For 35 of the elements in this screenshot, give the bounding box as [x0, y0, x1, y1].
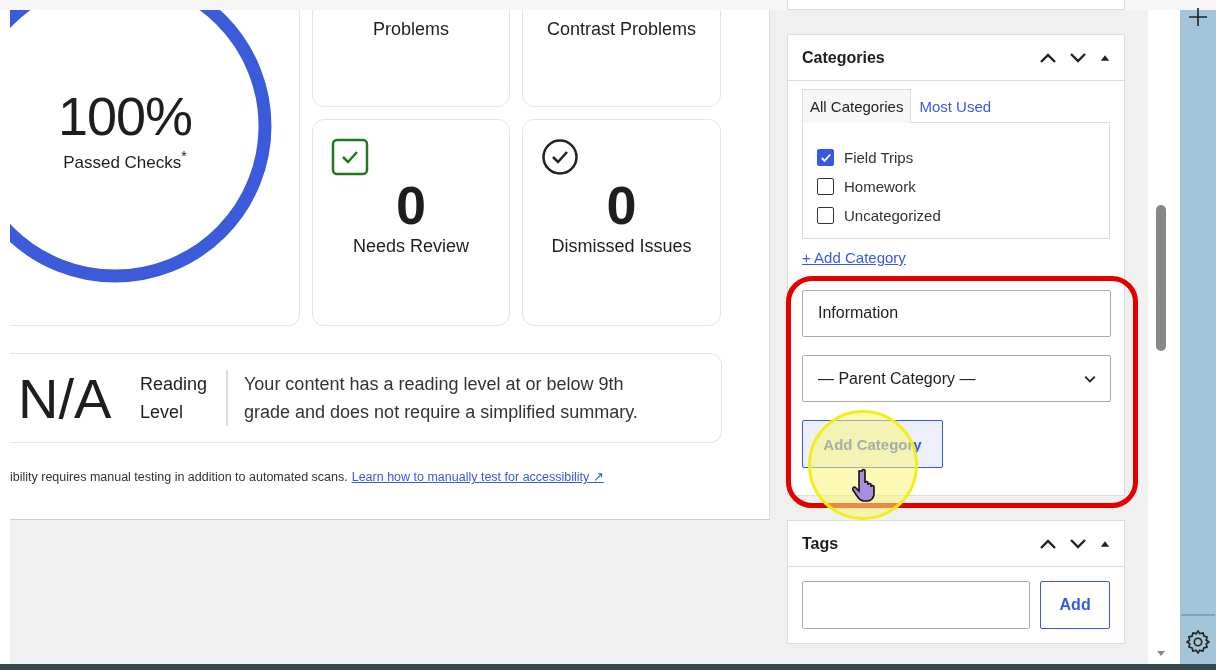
manual-testing-note: ibility requires manual testing in addition to automated scans. [10, 470, 348, 484]
scrollbar-track[interactable] [1148, 10, 1174, 664]
reading-level-description: Your content has a reading level at or below 9th grade and does not require a simplified summary. [244, 373, 639, 424]
category-label: Homework [844, 178, 916, 195]
add-category-link[interactable]: + Add Category [802, 249, 906, 266]
category-label: Field Trips [844, 149, 914, 166]
scroll-down-icon[interactable] [1156, 648, 1166, 658]
check-circle-icon [541, 138, 579, 176]
reading-level-label: Reading Level [140, 373, 209, 424]
stat-label: Dismissed Issues [551, 236, 692, 257]
add-tag-button[interactable]: Add [1040, 581, 1110, 629]
stat-label: Needs Review [352, 236, 470, 257]
parent-category-select[interactable]: — Parent Category — [802, 355, 1111, 402]
stat-label: Problems [373, 19, 449, 40]
category-label: Uncategorized [844, 207, 941, 224]
new-category-field[interactable]: Information [802, 290, 1111, 337]
category-tab[interactable]: Most Used [911, 89, 1000, 123]
score-value: 100% [56, 86, 194, 146]
settings-icon[interactable] [1184, 628, 1212, 656]
category-checkbox[interactable] [817, 149, 834, 166]
panel-title: Tags [802, 534, 839, 553]
panel-title: Categories [802, 48, 885, 67]
manual-testing-link[interactable]: Learn how to manually test for accessibility ↗ [351, 470, 604, 484]
category-checkbox[interactable] [817, 207, 834, 224]
stat-label: Contrast Problems [546, 19, 697, 40]
stat-value: 0 [395, 180, 426, 230]
reading-level-value: N/A [18, 365, 113, 431]
tag-field[interactable] [802, 581, 1031, 629]
plus-icon[interactable] [1188, 7, 1208, 27]
category-tab[interactable]: All Categories [802, 89, 912, 123]
stat-value: 0 [606, 180, 637, 230]
score-label: Passed Checks$^{*}$ [62, 148, 188, 173]
category-checkbox[interactable] [817, 178, 834, 195]
scrollbar-thumb[interactable] [1156, 205, 1166, 351]
check-square-icon [331, 138, 369, 176]
